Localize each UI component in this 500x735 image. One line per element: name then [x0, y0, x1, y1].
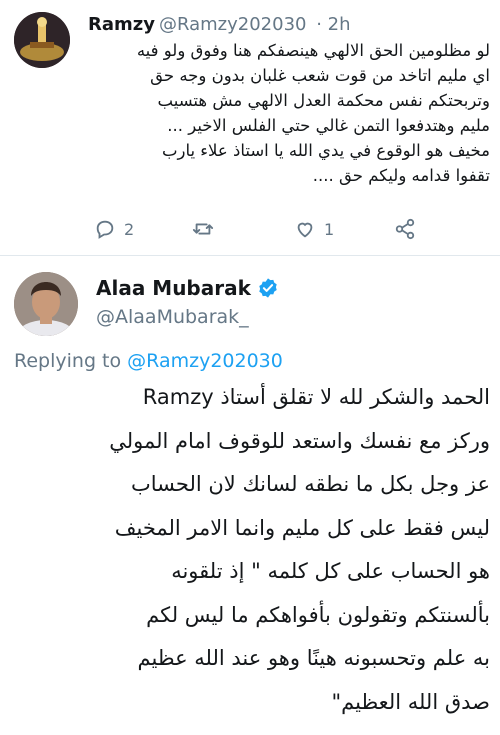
- reply-button[interactable]: 2: [94, 216, 134, 242]
- reply-line: مخيف هو الوقوع في يدي الله يا استاذ علاء…: [161, 141, 490, 160]
- main-line: به علم وتحسبونه هينًا وهو عند الله عظيم: [137, 646, 490, 670]
- main-line: صدق الله العظيم": [331, 689, 490, 714]
- main-author-handle[interactable]: @AlaaMubarak_: [96, 306, 249, 328]
- main-line: هو الحساب على كل كلمه " إذ تلقونه: [171, 559, 490, 583]
- like-icon: [297, 222, 313, 238]
- reply-count: 2: [124, 219, 135, 239]
- reply-line: وتربحتكم نفس محكمة العدل الالهي مش هتسيب: [157, 91, 490, 110]
- replying-to-line: Replying to @Ramzy202030: [14, 350, 283, 372]
- main-line: عز وجل بكل ما نطقه لسانك لان الحساب: [131, 472, 490, 496]
- reply-author-name[interactable]: Ramzy: [88, 14, 155, 35]
- reply-author-handle[interactable]: @Ramzy202030: [159, 14, 307, 35]
- like-count: 1: [324, 219, 335, 239]
- main-line: ليس فقط على كل مليم وانما الامر المخيف: [114, 515, 490, 540]
- main-tweet-text: الحمد والشكر لله لا تقلق أستاذ Ramzy ورك…: [14, 376, 490, 724]
- main-line: وركز مع نفسك واستعد للوقوف امام المولي: [109, 428, 490, 453]
- reply-header: Ramzy @Ramzy202030 · 2h: [88, 14, 351, 35]
- reply-line: لو مظلومين الحق الالهي هينصفكم هنا وفوق …: [136, 41, 490, 60]
- replying-prefix: Replying to: [14, 350, 122, 372]
- reply-tweet[interactable]: Ramzy @Ramzy202030 · 2h لو مظلومين الحق ا…: [0, 0, 500, 256]
- share-icon: [395, 218, 415, 240]
- reply-line: تقفوا قدامه وليكم حق ....: [312, 166, 490, 185]
- reply-tweet-text: لو مظلومين الحق الالهي هينصفكم هنا وفوق …: [86, 38, 490, 188]
- replying-mention-link[interactable]: @Ramzy202030: [127, 350, 283, 372]
- reply-avatar[interactable]: [14, 12, 70, 68]
- reply-timestamp[interactable]: · 2h: [316, 14, 350, 35]
- reply-tweet-actions: 2 1: [94, 216, 454, 242]
- verified-badge-icon: [259, 278, 277, 298]
- main-author-name-row[interactable]: Alaa Mubarak: [96, 276, 279, 300]
- main-line: بألسنتكم وتقولون بأفواهكم ما ليس لكم: [146, 602, 490, 627]
- main-author-name[interactable]: Alaa Mubarak: [96, 276, 251, 300]
- like-button[interactable]: 1: [294, 216, 334, 242]
- main-line: الحمد والشكر لله لا تقلق أستاذ Ramzy: [142, 385, 490, 409]
- reply-line: اي مليم اتاخد من قوت شعب غلبان بدون وجه …: [150, 66, 490, 85]
- reply-line: مليم وهتدفعوا التمن غالي حتي الفلس الاخي…: [167, 116, 490, 135]
- retweet-button[interactable]: [192, 216, 222, 242]
- reply-icon: [96, 220, 114, 239]
- main-avatar[interactable]: [14, 272, 78, 336]
- retweet-icon: [192, 223, 214, 235]
- share-button[interactable]: [394, 216, 416, 242]
